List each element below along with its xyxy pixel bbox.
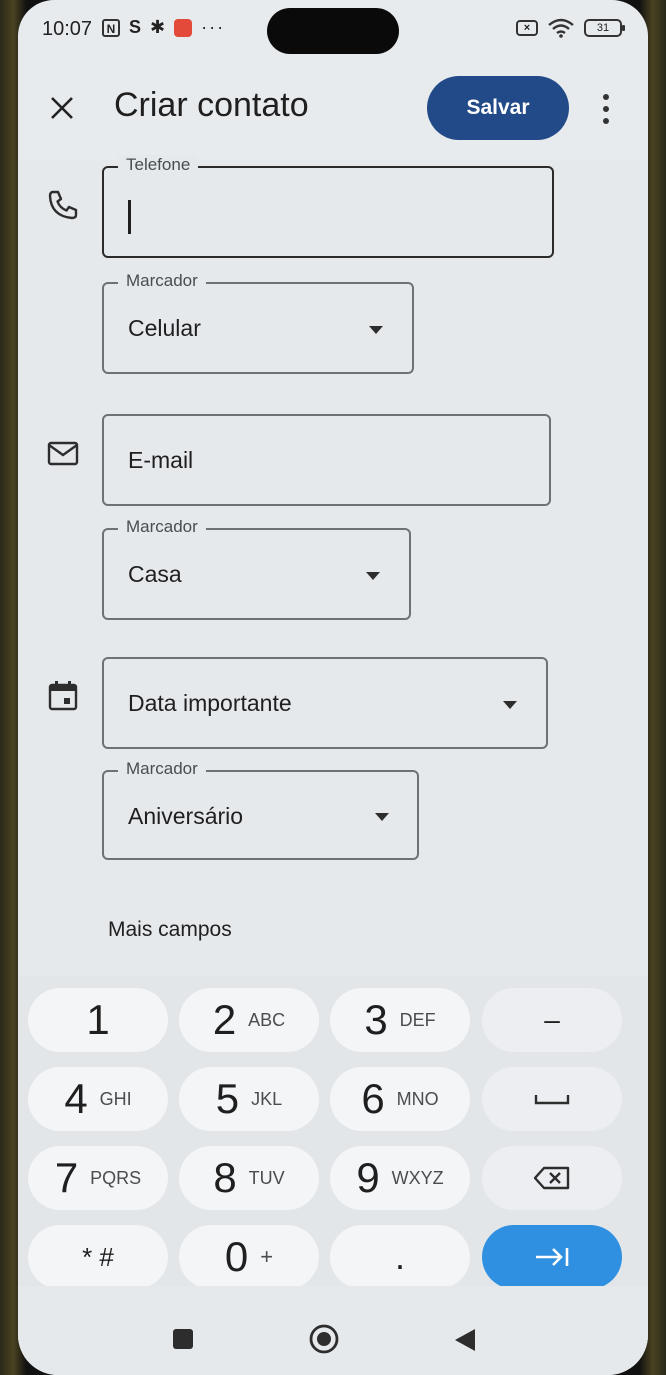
screen: 10:07 N S ✱ ··· × 31 Criar contato Salva… (18, 0, 648, 1375)
email-marker-label: Marcador (118, 517, 206, 537)
phone-field[interactable]: Telefone (102, 155, 554, 258)
key-9[interactable]: 9 WXYZ (330, 1146, 470, 1210)
numeric-keyboard: 1 2 ABC 3 DEF – 4 GHI 5 JKL 6 MNO 7 PQRS 8 TUV … (18, 976, 648, 1289)
key-2-letters: ABC (248, 1009, 286, 1030)
status-icons-left: N S ✱ ··· (102, 17, 225, 38)
key-1-number: 1 (86, 996, 110, 1043)
status-icons-right: × 31 (516, 18, 625, 38)
key-3[interactable]: 3 DEF (330, 988, 470, 1052)
key-8[interactable]: 8 TUV (179, 1146, 319, 1210)
close-icon[interactable] (46, 92, 78, 124)
key-dash-symbol: – (544, 1004, 560, 1035)
next-field-icon (536, 1248, 569, 1266)
key-2[interactable]: 2 ABC (179, 988, 319, 1052)
phone-icon (48, 190, 78, 220)
key-2-number: 2 (212, 996, 237, 1043)
phone-marker-value: Celular (128, 315, 201, 341)
more-options-icon[interactable] (596, 92, 616, 126)
date-marker-select[interactable]: Marcador Aniversário (102, 759, 419, 860)
key-star-hash[interactable]: * # (28, 1225, 168, 1289)
phone-marker-select[interactable]: Marcador Celular (102, 271, 414, 374)
camera-notch (267, 8, 399, 54)
gear-icon: ✱ (150, 17, 166, 37)
chevron-down-icon (366, 572, 380, 580)
backspace-icon (533, 1166, 570, 1190)
recents-icon[interactable] (172, 1328, 194, 1350)
phone-frame: 10:07 N S ✱ ··· × 31 Criar contato Salva… (0, 0, 666, 1375)
key-4-number: 4 (64, 1075, 88, 1122)
s-icon: S (129, 17, 142, 37)
key-backspace[interactable] (482, 1146, 622, 1210)
email-placeholder: E-mail (128, 447, 194, 473)
key-1[interactable]: 1 (28, 988, 168, 1052)
navigation-bar (18, 1286, 648, 1375)
key-3-letters: DEF (399, 1009, 436, 1030)
key-8-number: 8 (213, 1154, 237, 1201)
battery-icon: 31 (584, 19, 625, 37)
key-space[interactable] (482, 1067, 622, 1131)
key-period-symbol: . (394, 1236, 405, 1277)
important-date-select[interactable]: Data importante (102, 657, 548, 749)
email-field[interactable]: E-mail (102, 414, 551, 506)
key-9-number: 9 (356, 1154, 380, 1201)
sim-off-icon: × (516, 20, 538, 36)
email-marker-select[interactable]: Marcador Casa (102, 517, 411, 620)
key-5[interactable]: 5 JKL (179, 1067, 319, 1131)
key-7[interactable]: 7 PQRS (28, 1146, 168, 1210)
home-icon[interactable] (309, 1324, 339, 1354)
key-6-letters: MNO (396, 1088, 439, 1109)
key-3-number: 3 (364, 996, 388, 1043)
key-6-number: 6 (361, 1075, 385, 1122)
key-dash[interactable]: – (482, 988, 622, 1052)
key-next[interactable] (482, 1225, 622, 1289)
key-7-letters: PQRS (90, 1167, 142, 1188)
date-marker-label: Marcador (118, 759, 206, 779)
key-4-letters: GHI (99, 1088, 132, 1109)
chevron-down-icon (375, 813, 389, 821)
important-date-placeholder: Data importante (128, 690, 292, 716)
key-0[interactable]: 0 + (179, 1225, 319, 1289)
chevron-down-icon (503, 701, 517, 709)
key-9-letters: WXYZ (391, 1167, 444, 1188)
contact-form: Telefone Marcador Celular E-mail Marcado… (18, 155, 648, 976)
calendar-icon (48, 681, 78, 711)
email-icon (47, 441, 79, 466)
status-time: 10:07 (42, 18, 93, 40)
key-6[interactable]: 6 MNO (330, 1067, 470, 1131)
key-star-hash-symbol: * # (82, 1241, 114, 1272)
text-cursor (128, 200, 131, 234)
app-notification-icon (174, 18, 193, 37)
key-period[interactable]: . (330, 1225, 470, 1289)
status-bar: 10:07 N S ✱ ··· × 31 (18, 0, 648, 62)
phone-field-label: Telefone (118, 155, 199, 175)
email-marker-value: Casa (128, 561, 182, 587)
more-notifications-icon: ··· (201, 17, 226, 37)
key-0-plus: + (260, 1244, 274, 1269)
phone-marker-label: Marcador (118, 271, 206, 291)
key-5-letters: JKL (251, 1088, 283, 1109)
more-fields-button[interactable]: Mais campos (108, 918, 232, 942)
key-5-number: 5 (215, 1075, 240, 1122)
chevron-down-icon (369, 326, 383, 334)
nfc-icon: N (102, 18, 120, 37)
back-icon[interactable] (454, 1328, 476, 1352)
date-marker-value: Aniversário (128, 803, 244, 829)
key-4[interactable]: 4 GHI (28, 1067, 168, 1131)
space-icon (534, 1095, 570, 1105)
app-bar: Criar contato Salvar (18, 62, 648, 160)
key-7-number: 7 (54, 1154, 79, 1201)
key-8-letters: TUV (248, 1167, 285, 1188)
page-title: Criar contato (114, 86, 309, 124)
save-button[interactable]: Salvar (427, 76, 569, 140)
key-0-number: 0 (224, 1233, 249, 1280)
wifi-icon (548, 18, 574, 38)
